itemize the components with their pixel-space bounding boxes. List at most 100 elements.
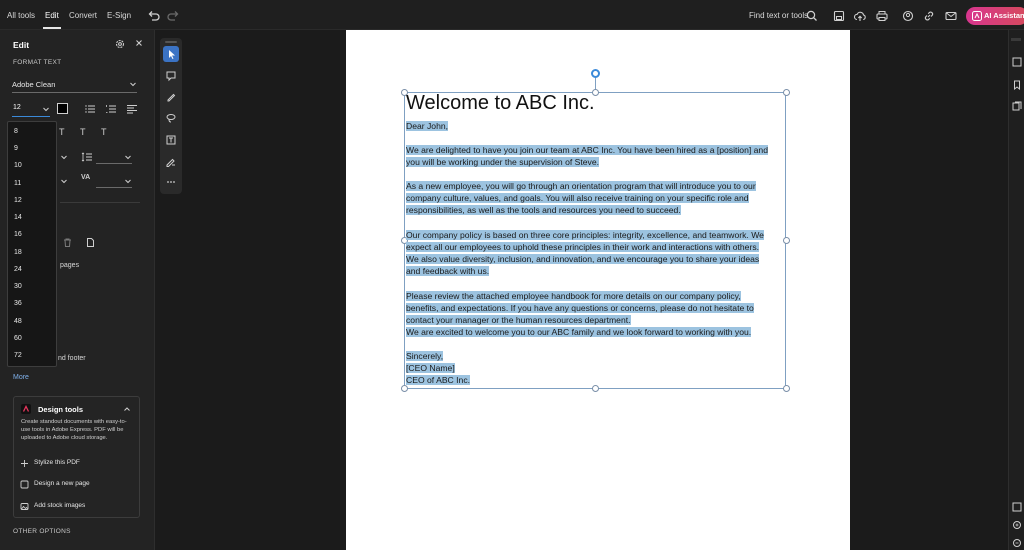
chevron-up-icon[interactable] xyxy=(123,405,131,413)
link-icon[interactable] xyxy=(922,9,936,23)
resize-handle[interactable] xyxy=(783,385,790,392)
font-size-option[interactable]: 72 xyxy=(14,352,22,359)
document-line[interactable]: responsibilities, as well as the tools a… xyxy=(406,204,681,216)
kerning-icon[interactable]: VA xyxy=(81,174,90,181)
tab-all-tools[interactable]: All tools xyxy=(7,11,35,20)
draw-lasso-icon[interactable] xyxy=(163,110,179,126)
save-icon[interactable] xyxy=(832,9,846,23)
document-line[interactable]: benefits, and expectations. If you have … xyxy=(406,302,754,314)
print-icon[interactable] xyxy=(875,9,889,23)
more-link[interactable]: More xyxy=(13,374,29,381)
font-size-option[interactable]: 12 xyxy=(14,197,22,204)
document-line[interactable]: Our company policy is based on three cor… xyxy=(406,229,764,241)
align-left-icon[interactable] xyxy=(126,103,138,115)
document-line[interactable]: We are delighted to have you join our te… xyxy=(406,144,768,156)
other-options-label: OTHER OPTIONS xyxy=(13,528,71,535)
document-line[interactable]: Sincerely, xyxy=(406,350,444,362)
quick-tools-strip xyxy=(160,38,182,194)
resize-handle[interactable] xyxy=(783,89,790,96)
font-size-dropdown: 8 9 10 11 12 14 16 18 24 30 36 48 60 72 xyxy=(7,121,57,367)
find-text-or-tools[interactable]: Find text or tools xyxy=(749,11,808,20)
pages-panel-icon[interactable] xyxy=(1012,101,1022,111)
undo-icon[interactable] xyxy=(146,9,160,23)
add-stock-images-button[interactable]: Add stock images xyxy=(20,501,132,513)
share-people-icon[interactable] xyxy=(901,9,915,23)
document-line[interactable]: Dear John, xyxy=(406,120,449,132)
font-family-select[interactable]: Adobe Clean xyxy=(12,77,137,91)
sign-pen-icon[interactable] xyxy=(163,153,179,169)
font-size-input[interactable]: 12 xyxy=(12,102,52,116)
zoom-out-icon[interactable] xyxy=(1012,538,1022,548)
font-size-option[interactable]: 14 xyxy=(14,214,22,221)
line-spacing-chevron-icon[interactable] xyxy=(124,153,132,161)
tab-e-sign[interactable]: E-Sign xyxy=(107,11,131,20)
subscript-icon[interactable]: T xyxy=(101,127,107,137)
font-size-option[interactable]: 36 xyxy=(14,300,22,307)
ai-assistant-button[interactable]: AI Assistant xyxy=(966,7,1024,25)
char-spacing-chevron-icon[interactable] xyxy=(60,177,68,185)
document-line[interactable]: and feedback with us. xyxy=(406,265,490,277)
select-pointer-icon[interactable] xyxy=(163,46,179,62)
font-size-option[interactable]: 16 xyxy=(14,231,22,238)
add-comment-icon[interactable] xyxy=(163,68,179,84)
font-size-option[interactable]: 18 xyxy=(14,249,22,256)
document-line[interactable]: Please review the attached employee hand… xyxy=(406,290,741,302)
bullet-list-icon[interactable] xyxy=(84,103,96,115)
font-size-option[interactable]: 8 xyxy=(14,128,18,135)
search-icon[interactable] xyxy=(805,9,819,23)
line-spacing-icon[interactable] xyxy=(81,151,93,163)
tab-edit[interactable]: Edit xyxy=(43,11,61,29)
document-line[interactable]: As a new employee, you will go through a… xyxy=(406,180,756,192)
upload-cloud-icon[interactable] xyxy=(853,9,867,23)
resize-handle[interactable] xyxy=(401,385,408,392)
zoom-panel-icon[interactable] xyxy=(1012,502,1022,512)
document-line[interactable]: you will be working under the supervisio… xyxy=(406,156,599,168)
stylize-pdf-button[interactable]: Stylize this PDF xyxy=(20,458,132,470)
font-size-chevron-icon xyxy=(42,105,50,113)
underline-text-icon[interactable]: T xyxy=(59,127,65,137)
highlight-pen-icon[interactable] xyxy=(163,89,179,105)
zoom-in-icon[interactable] xyxy=(1012,520,1022,530)
document-line[interactable]: CEO of ABC Inc. xyxy=(406,374,470,386)
text-box-icon[interactable] xyxy=(163,132,179,148)
font-size-option[interactable]: 10 xyxy=(14,162,22,169)
close-icon[interactable] xyxy=(134,38,144,48)
numbered-list-icon[interactable] xyxy=(105,103,117,115)
thumbnails-icon[interactable] xyxy=(1012,57,1022,67)
font-size-option[interactable]: 60 xyxy=(14,335,22,342)
image-icon xyxy=(20,502,29,511)
text-color-swatch[interactable] xyxy=(57,103,68,114)
more-tools-icon[interactable] xyxy=(163,174,179,190)
kerning-chevron-icon[interactable] xyxy=(124,177,132,185)
document-line[interactable]: We also value diversity, inclusion, and … xyxy=(406,253,760,265)
ai-sparkle-icon xyxy=(972,11,982,21)
font-size-option[interactable]: 11 xyxy=(14,180,21,187)
page-icon[interactable] xyxy=(85,237,96,248)
font-size-option[interactable]: 48 xyxy=(14,318,22,325)
rotate-handle[interactable] xyxy=(591,69,600,78)
header-footer-label[interactable]: nd footer xyxy=(58,355,86,362)
document-line[interactable]: We are excited to welcome you to our ABC… xyxy=(406,326,752,338)
design-tools-desc-line: Create standout documents with easy-to- xyxy=(21,419,127,425)
tab-convert[interactable]: Convert xyxy=(69,11,97,20)
design-new-page-button[interactable]: Design a new page xyxy=(20,479,132,491)
email-icon[interactable] xyxy=(944,9,958,23)
ai-assistant-label: AI Assistant xyxy=(984,11,1024,20)
font-size-option[interactable]: 30 xyxy=(14,283,22,290)
format-text-label: FORMAT TEXT xyxy=(13,59,62,66)
document-title[interactable]: Welcome to ABC Inc. xyxy=(406,92,595,115)
delete-icon[interactable] xyxy=(62,237,73,248)
resize-handle[interactable] xyxy=(783,237,790,244)
superscript-icon[interactable]: T xyxy=(80,127,86,137)
document-line[interactable]: company culture, values, and goals. You … xyxy=(406,192,749,204)
font-size-option[interactable]: 9 xyxy=(14,145,18,152)
redo-icon[interactable] xyxy=(167,9,181,23)
resize-handle[interactable] xyxy=(592,385,599,392)
document-line[interactable]: [CEO Name] xyxy=(406,362,455,374)
bookmark-icon[interactable] xyxy=(1012,80,1022,90)
paragraph-spacing-chevron-icon[interactable] xyxy=(60,153,68,161)
settings-gear-icon[interactable] xyxy=(114,38,126,50)
document-line[interactable]: contact your manager or the human resour… xyxy=(406,314,631,326)
document-line[interactable]: expect all our employees to uphold these… xyxy=(406,241,760,253)
font-size-option[interactable]: 24 xyxy=(14,266,22,273)
